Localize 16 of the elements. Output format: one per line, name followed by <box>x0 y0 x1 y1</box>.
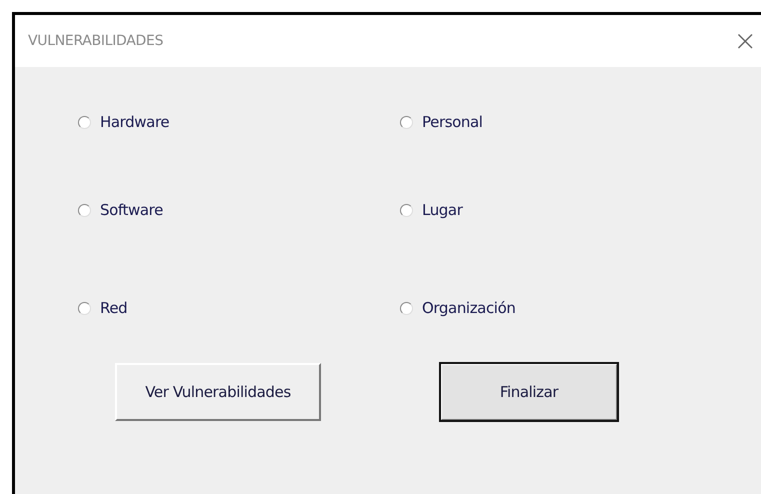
dialog-button[interactable]: Ver Vulnerabilidades <box>115 363 321 421</box>
dialog-button[interactable]: Finalizar <box>440 363 618 421</box>
radio-option[interactable]: Red <box>78 299 128 317</box>
radio-button[interactable] <box>78 116 91 128</box>
close-button[interactable]: × <box>730 27 761 55</box>
radio-option[interactable]: Lugar <box>400 201 462 219</box>
radio-button[interactable] <box>400 116 413 128</box>
radio-option[interactable]: Personal <box>400 113 483 131</box>
radio-option[interactable]: Hardware <box>78 113 170 131</box>
radio-option[interactable]: Software <box>78 201 163 219</box>
window-title: VULNERABILIDADES <box>28 33 164 49</box>
radio-button[interactable] <box>78 204 91 216</box>
radio-button[interactable] <box>78 302 91 314</box>
radio-option[interactable]: Organización <box>400 299 516 317</box>
radio-button[interactable] <box>400 204 413 216</box>
radio-button[interactable] <box>400 302 413 314</box>
